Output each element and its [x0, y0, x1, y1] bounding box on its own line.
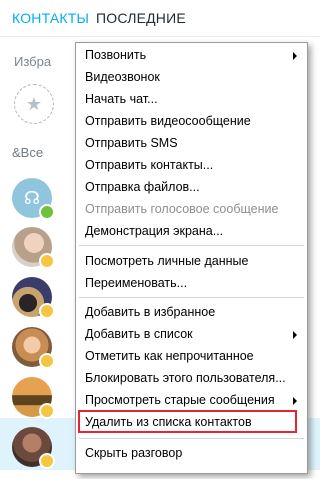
contacts-filter-label[interactable]: &Все: [12, 145, 43, 160]
menu-item-start-chat[interactable]: Начать чат...: [76, 88, 307, 110]
menu-item-view-old-messages[interactable]: Просмотреть старые сообщения: [76, 389, 307, 411]
menu-item-send-files[interactable]: Отправка файлов...: [76, 176, 307, 198]
contact-avatar[interactable]: [12, 327, 55, 369]
menu-item-label: Просмотреть старые сообщения: [85, 393, 275, 407]
star-icon: ★: [25, 94, 43, 114]
menu-item-block-user[interactable]: Блокировать этого пользователя...: [76, 367, 307, 389]
submenu-arrow-icon: [293, 331, 297, 339]
away-status-icon: [39, 403, 55, 419]
menu-item-view-profile[interactable]: Посмотреть личные данные: [76, 250, 307, 272]
menu-item-label: Отправить видеосообщение: [85, 114, 251, 128]
tab-bar: КОНТАКТЫ ПОСЛЕДНИЕ: [0, 0, 320, 36]
menu-item-add-to-favorites[interactable]: Добавить в избранное: [76, 301, 307, 323]
highlight-box: [78, 410, 297, 433]
tab-recent[interactable]: ПОСЛЕДНИЕ: [96, 10, 186, 26]
menu-separator: [79, 297, 304, 298]
menu-item-send-contacts[interactable]: Отправить контакты...: [76, 154, 307, 176]
contact-avatar[interactable]: [12, 377, 55, 419]
contact-avatar[interactable]: ☊: [12, 178, 55, 220]
menu-item-send-video-message[interactable]: Отправить видеосообщение: [76, 110, 307, 132]
menu-item-label: Начать чат...: [85, 92, 158, 106]
away-status-icon: [39, 453, 55, 469]
tab-divider: [0, 36, 320, 37]
menu-item-label: Отметить как непрочитанное: [85, 349, 254, 363]
away-status-icon: [39, 253, 55, 269]
menu-separator: [79, 438, 304, 439]
menu-item-hide-conversation[interactable]: Скрыть разговор: [76, 442, 307, 464]
submenu-arrow-icon: [293, 52, 297, 60]
menu-item-add-to-list[interactable]: Добавить в список: [76, 323, 307, 345]
away-status-icon: [39, 353, 55, 369]
away-status-icon: [39, 303, 55, 319]
menu-item-label: Добавить в избранное: [85, 305, 216, 319]
menu-item-label: Отправить голосовое сообщение: [85, 202, 279, 216]
menu-item-label: Видеозвонок: [85, 70, 160, 84]
menu-item-label: Отправить SMS: [85, 136, 178, 150]
menu-item-send-sms[interactable]: Отправить SMS: [76, 132, 307, 154]
online-status-icon: [39, 204, 55, 220]
contact-avatar[interactable]: [12, 427, 55, 469]
menu-item-label: Отправка файлов...: [85, 180, 200, 194]
menu-item-label: Блокировать этого пользователя...: [85, 371, 286, 385]
menu-separator: [79, 245, 304, 246]
submenu-arrow-icon: [293, 397, 297, 405]
menu-item-label: Отправить контакты...: [85, 158, 214, 172]
menu-item-label: Добавить в список: [85, 327, 193, 341]
menu-item-label: Скрыть разговор: [85, 446, 183, 460]
add-favorite-button[interactable]: ★: [14, 84, 54, 124]
favorites-label: Избра: [14, 54, 52, 69]
menu-item-label: Позвонить: [85, 48, 147, 62]
menu-item-mark-unread[interactable]: Отметить как непрочитанное: [76, 345, 307, 367]
menu-item-label: Посмотреть личные данные: [85, 254, 249, 268]
menu-item-label: Переименовать...: [85, 276, 188, 290]
menu-item-send-voice-message: Отправить голосовое сообщение: [76, 198, 307, 220]
menu-item-label: Демонстрация экрана...: [85, 224, 224, 238]
contact-avatar[interactable]: [12, 277, 55, 319]
menu-item-rename[interactable]: Переименовать...: [76, 272, 307, 294]
tab-contacts[interactable]: КОНТАКТЫ: [12, 10, 89, 26]
menu-item-screen-share[interactable]: Демонстрация экрана...: [76, 220, 307, 242]
contact-avatar[interactable]: [12, 227, 55, 269]
menu-item-call[interactable]: Позвонить: [76, 44, 307, 66]
menu-item-video-call[interactable]: Видеозвонок: [76, 66, 307, 88]
